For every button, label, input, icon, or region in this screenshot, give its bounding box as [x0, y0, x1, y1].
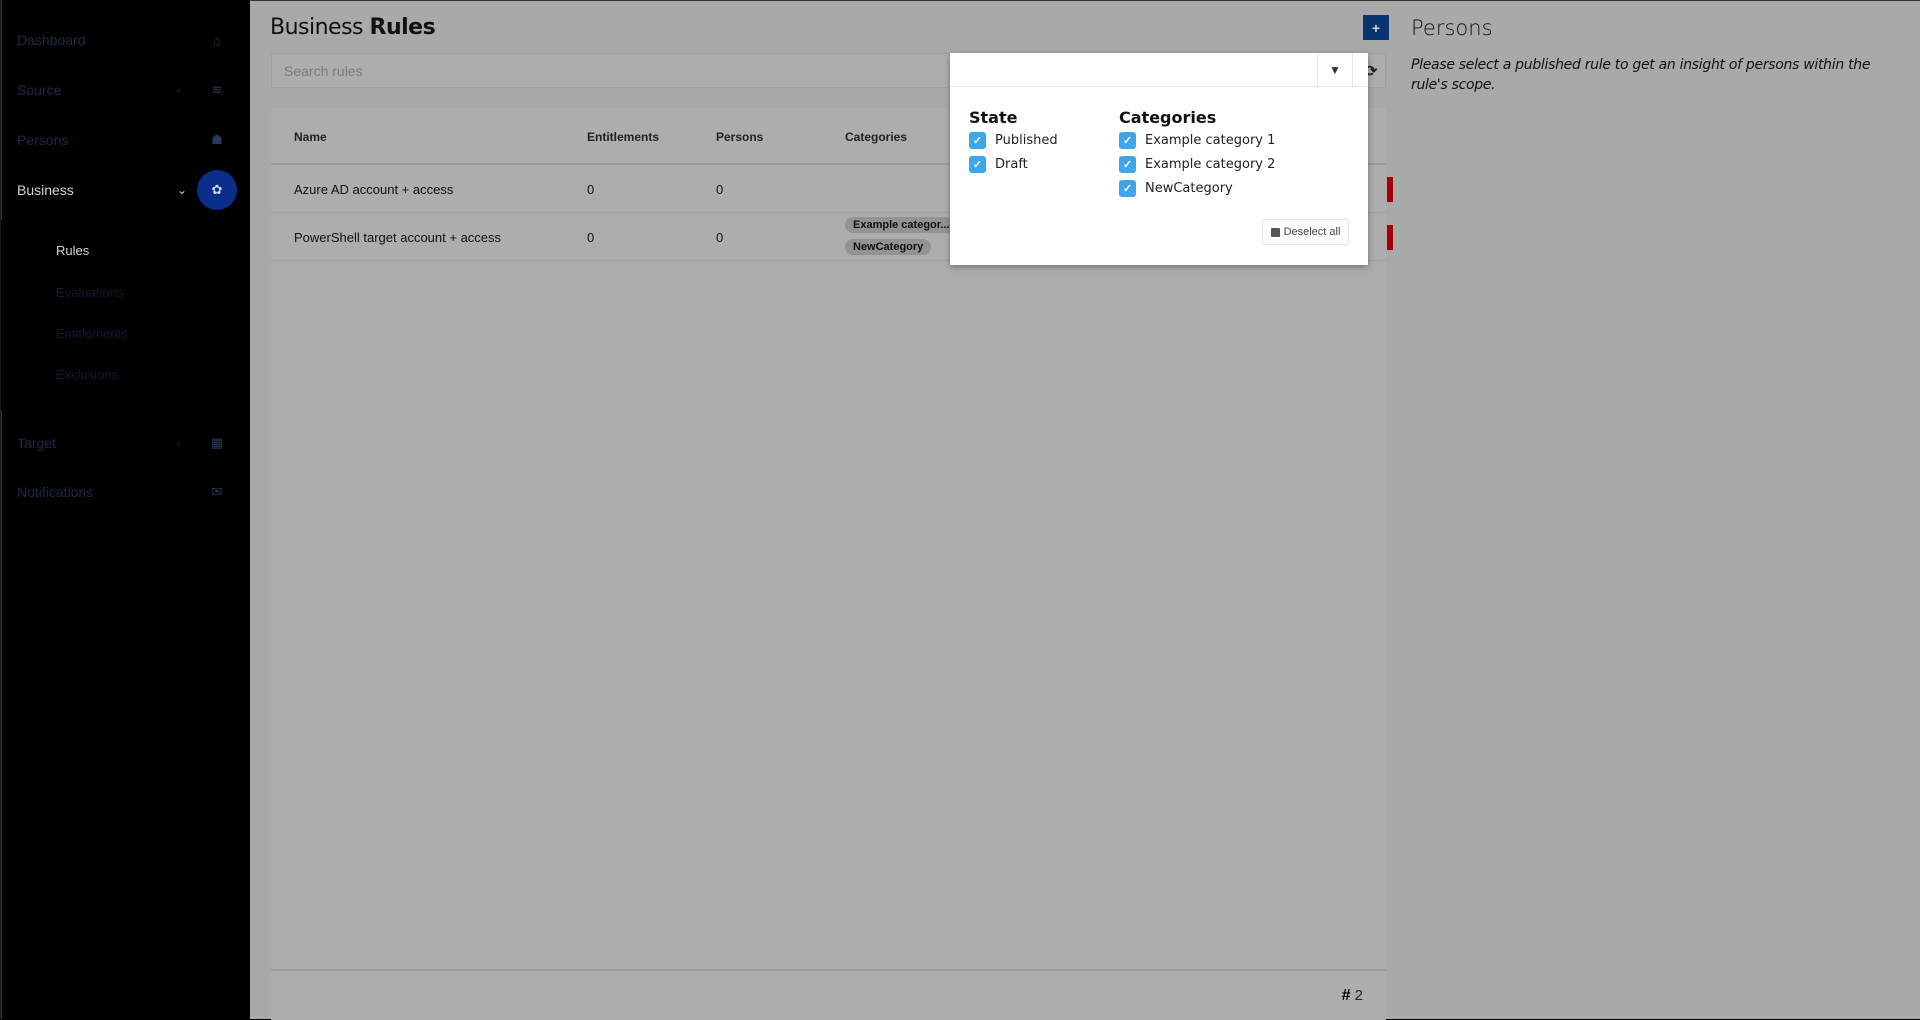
sidebar-subitem-exclusions[interactable]: Exclusions: [56, 367, 118, 382]
checkbox-example-category-1[interactable]: ✓ Example category 1: [1119, 132, 1275, 149]
home-icon: ⌂: [213, 32, 221, 48]
filter-search-input[interactable]: [950, 53, 1315, 86]
checkbox-label: Draft: [995, 157, 1028, 172]
checkbox-checked-icon: ✓: [1119, 156, 1136, 173]
delete-button[interactable]: [1387, 177, 1393, 202]
sidebar-item-label: Source: [17, 82, 62, 98]
rule-persons: 0: [716, 230, 724, 245]
envelope-icon: ✉: [211, 484, 223, 499]
filter-popover: ▼ State ✓ Published ✓ Draft Categories ✓…: [950, 53, 1368, 265]
page-title-light: Business: [270, 15, 364, 40]
rule-persons: 0: [716, 182, 724, 197]
column-header-categories[interactable]: Categories: [845, 130, 907, 144]
rule-name: PowerShell target account + access: [294, 230, 502, 245]
sidebar-item-dashboard[interactable]: Dashboard ⌂: [1, 20, 251, 60]
category-badge: Example categor...: [845, 217, 958, 233]
page-title: Business Rules: [270, 15, 436, 40]
brain-icon: ✿: [197, 170, 237, 210]
checkbox-checked-icon: ✓: [969, 156, 986, 173]
rule-name: Azure AD account + access: [294, 182, 454, 197]
sidebar-item-label: Business: [17, 182, 74, 198]
sidebar-item-business[interactable]: Business ⌄ ✿: [1, 170, 251, 210]
filter-search-bar: ▼: [950, 53, 1368, 87]
sidebar-item-persons[interactable]: Persons ☗: [1, 120, 251, 160]
sidebar-item-label: Target: [17, 435, 56, 451]
rule-entitlements: 0: [587, 182, 595, 197]
checkbox-newcategory[interactable]: ✓ NewCategory: [1119, 180, 1233, 197]
checkbox-label: Published: [995, 133, 1058, 148]
sidebar-item-label: Dashboard: [17, 32, 86, 48]
persons-panel-message: Please select a published rule to get an…: [1411, 57, 1871, 93]
hash-icon: #: [1341, 987, 1351, 1004]
checkbox-draft[interactable]: ✓ Draft: [969, 156, 1028, 173]
rule-count: # 2: [1342, 987, 1363, 1005]
square-icon: [1270, 227, 1280, 237]
grid-icon: ▦: [210, 435, 224, 450]
deselect-all-label: Deselect all: [1283, 226, 1341, 238]
sidebar-subitem-entitlements[interactable]: Entitlements: [56, 326, 128, 341]
page-title-bold: Rules: [369, 15, 436, 40]
filter-button[interactable]: ▼: [1317, 53, 1353, 87]
checkbox-checked-icon: ✓: [969, 132, 986, 149]
column-header-entitlements[interactable]: Entitlements: [587, 130, 659, 144]
rule-count-value: 2: [1354, 987, 1363, 1004]
delete-button[interactable]: [1387, 225, 1393, 250]
rule-entitlements: 0: [587, 230, 595, 245]
sidebar-subitem-evaluations[interactable]: Evaluations: [56, 285, 123, 300]
chevron-left-icon: ‹: [177, 436, 181, 450]
add-rule-button[interactable]: +: [1363, 15, 1389, 40]
sidebar-item-label: Notifications: [17, 484, 94, 500]
checkbox-checked-icon: ✓: [1119, 132, 1136, 149]
sidebar-item-target[interactable]: Target ‹ ▦: [1, 423, 251, 463]
layers-icon: ≋: [211, 82, 223, 97]
filter-icon: ▼: [1329, 63, 1341, 77]
sidebar-subitem-rules[interactable]: Rules: [56, 243, 89, 258]
sidebar-item-source[interactable]: Source ‹ ≋: [1, 70, 251, 110]
state-group-title: State: [969, 108, 1018, 127]
sidebar: Dashboard ⌂ Source ‹ ≋ Persons ☗ Busines…: [0, 0, 250, 1019]
checkbox-label: Example category 2: [1145, 157, 1276, 172]
category-badge: NewCategory: [845, 239, 932, 255]
categories-group-title: Categories: [1119, 108, 1217, 127]
persons-panel-title: Persons: [1411, 16, 1493, 40]
checkbox-label: NewCategory: [1145, 181, 1233, 196]
table-footer: # 2: [271, 969, 1386, 1020]
checkbox-example-category-2[interactable]: ✓ Example category 2: [1119, 156, 1275, 173]
checkbox-label: Example category 1: [1145, 133, 1276, 148]
checkbox-published[interactable]: ✓ Published: [969, 132, 1058, 149]
column-header-persons[interactable]: Persons: [716, 130, 763, 144]
sidebar-item-notifications[interactable]: Notifications ✉: [1, 472, 251, 512]
chevron-down-icon: ⌄: [177, 183, 188, 197]
users-icon: ☗: [211, 132, 223, 147]
column-header-name[interactable]: Name: [294, 130, 327, 144]
chevron-left-icon: ‹: [177, 83, 181, 97]
checkbox-checked-icon: ✓: [1119, 180, 1136, 197]
sidebar-item-label: Persons: [17, 132, 69, 148]
deselect-all-button[interactable]: Deselect all: [1262, 219, 1349, 245]
